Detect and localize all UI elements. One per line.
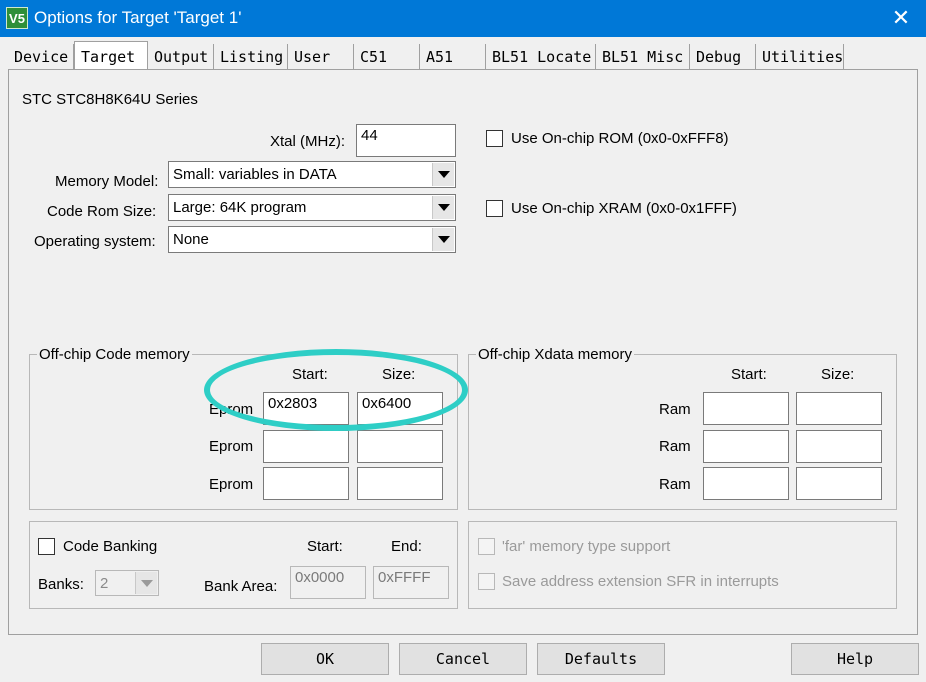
chevron-down-icon[interactable] [432, 228, 454, 251]
code-size-header: Size: [382, 366, 416, 383]
close-icon[interactable]: ✕ [886, 4, 916, 32]
ram-label: Ram [659, 476, 691, 493]
tab-a51[interactable]: A51 [420, 44, 486, 70]
xtal-input[interactable]: 44 [356, 124, 456, 157]
far-memory-group [468, 521, 897, 609]
banks-label: Banks: [38, 576, 84, 593]
tab-listing[interactable]: Listing [214, 44, 288, 70]
ram-start-input[interactable] [703, 392, 789, 425]
code-rom-select[interactable]: Large: 64K program [168, 194, 456, 221]
eprom-start-input[interactable] [263, 430, 349, 463]
onchip-xram-checkbox[interactable] [486, 200, 503, 217]
eprom-label: Eprom [209, 401, 254, 418]
tab-utilities[interactable]: Utilities [756, 44, 844, 70]
bank-end-header: End: [391, 538, 422, 555]
code-rom-value: Large: 64K program [173, 199, 307, 216]
app-icon: V5 [6, 7, 28, 29]
ram-label: Ram [659, 401, 691, 418]
memory-model-label: Memory Model: [55, 173, 159, 190]
bank-area-start-input[interactable]: 0x0000 [290, 566, 366, 599]
cancel-button[interactable]: Cancel [399, 643, 527, 675]
tab-debug[interactable]: Debug [690, 44, 756, 70]
os-value: None [173, 231, 209, 248]
code-start-header: Start: [292, 366, 328, 383]
xdata-start-header: Start: [731, 366, 767, 383]
ram-size-input[interactable] [796, 430, 882, 463]
xtal-label: Xtal (MHz): [270, 133, 345, 150]
ram-size-input[interactable] [796, 467, 882, 500]
bank-area-end-input[interactable]: 0xFFFF [373, 566, 449, 599]
banks-select[interactable]: 2 [95, 570, 159, 596]
eprom-start-input[interactable] [263, 467, 349, 500]
eprom-size-input[interactable] [357, 467, 443, 500]
onchip-rom-checkbox[interactable] [486, 130, 503, 147]
code-banking-label: Code Banking [63, 538, 158, 555]
tab-output[interactable]: Output [148, 44, 214, 70]
tab-device[interactable]: Device [8, 44, 74, 70]
tab-bl51-misc[interactable]: BL51 Misc [596, 44, 690, 70]
far-memory-label: 'far' memory type support [502, 538, 671, 555]
tab-target[interactable]: Target [74, 41, 148, 71]
eprom-start-input[interactable]: 0x2803 [263, 392, 349, 425]
bank-area-label: Bank Area: [204, 578, 278, 595]
banks-value: 2 [100, 575, 109, 592]
ram-start-input[interactable] [703, 430, 789, 463]
xdata-size-header: Size: [821, 366, 855, 383]
save-sfr-checkbox[interactable] [478, 573, 495, 590]
save-sfr-label: Save address extension SFR in interrupts [502, 573, 779, 590]
code-banking-checkbox[interactable] [38, 538, 55, 555]
chevron-down-icon[interactable] [432, 163, 454, 186]
code-memory-title: Off-chip Code memory [37, 346, 192, 363]
defaults-button[interactable]: Defaults [537, 643, 665, 675]
tab-c51[interactable]: C51 [354, 44, 420, 70]
eprom-label: Eprom [209, 476, 254, 493]
window-title: Options for Target 'Target 1' [34, 8, 242, 27]
xdata-memory-title: Off-chip Xdata memory [476, 346, 634, 363]
onchip-rom-label: Use On-chip ROM (0x0-0xFFF8) [511, 130, 729, 147]
memory-model-value: Small: variables in DATA [173, 166, 337, 183]
bank-start-header: Start: [307, 538, 343, 555]
code-rom-label: Code Rom Size: [47, 203, 157, 220]
memory-model-select[interactable]: Small: variables in DATA [168, 161, 456, 188]
tab-user[interactable]: User [288, 44, 354, 70]
title-bar: V5 Options for Target 'Target 1' ✕ [0, 0, 926, 37]
ram-label: Ram [659, 438, 691, 455]
os-label: Operating system: [34, 233, 156, 250]
chevron-down-icon[interactable] [432, 196, 454, 219]
eprom-size-input[interactable]: 0x6400 [357, 392, 443, 425]
chevron-down-icon[interactable] [135, 572, 157, 594]
eprom-size-input[interactable] [357, 430, 443, 463]
far-memory-checkbox[interactable] [478, 538, 495, 555]
os-select[interactable]: None [168, 226, 456, 253]
help-button[interactable]: Help [791, 643, 919, 675]
tab-bl51-locate[interactable]: BL51 Locate [486, 44, 596, 70]
device-series: STC STC8H8K64U Series [22, 91, 198, 108]
ok-button[interactable]: OK [261, 643, 389, 675]
onchip-xram-label: Use On-chip XRAM (0x0-0x1FFF) [511, 200, 737, 217]
eprom-label: Eprom [209, 438, 254, 455]
ram-size-input[interactable] [796, 392, 882, 425]
ram-start-input[interactable] [703, 467, 789, 500]
